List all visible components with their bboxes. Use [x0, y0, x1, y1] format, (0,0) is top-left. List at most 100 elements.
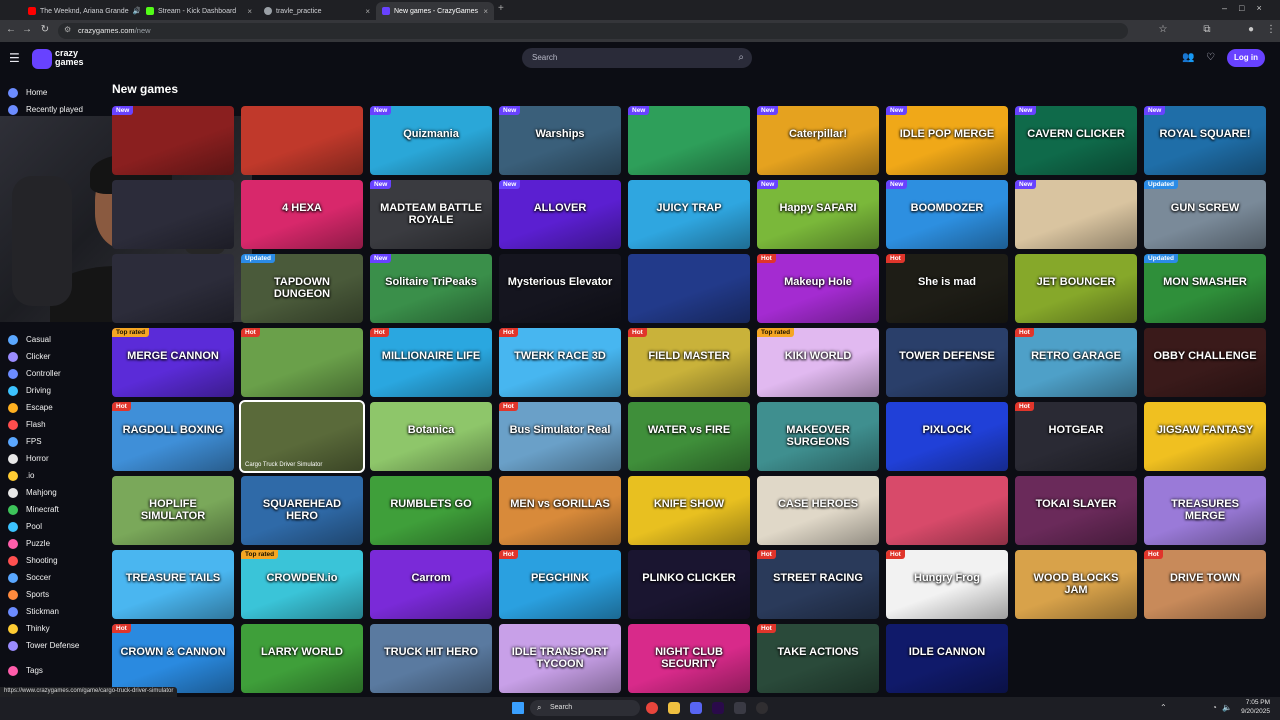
game-tile[interactable] — [241, 106, 363, 175]
sidebar-item-horror[interactable]: Horror — [8, 450, 49, 467]
maximize-icon[interactable]: □ — [1239, 3, 1256, 13]
game-tile[interactable]: IDLE TRANSPORT TYCOON — [499, 624, 621, 693]
game-tile[interactable]: RUMBLETS GO — [370, 476, 492, 545]
sidebar-item-minecraft[interactable]: Minecraft — [8, 501, 59, 518]
close-tab-icon[interactable]: × — [247, 7, 252, 16]
game-tile[interactable]: IDLE POP MERGE New — [886, 106, 1008, 175]
sidebar-item-thinky[interactable]: Thinky — [8, 620, 50, 637]
game-tile[interactable]: New — [112, 106, 234, 175]
sidebar-item-stickman[interactable]: Stickman — [8, 603, 59, 620]
game-tile[interactable]: TWERK RACE 3D Hot — [499, 328, 621, 397]
game-tile[interactable]: Mysterious Elevator — [499, 254, 621, 323]
search-icon[interactable]: ⌕ — [738, 48, 744, 68]
mail-icon[interactable] — [734, 702, 746, 714]
game-tile[interactable]: TOKAI SLAYER — [1015, 476, 1137, 545]
game-tile[interactable]: ROYAL SQUARE! New — [1144, 106, 1266, 175]
game-tile[interactable] — [886, 476, 1008, 545]
new-tab-icon[interactable]: + — [498, 3, 504, 14]
game-tile[interactable]: HOPLIFE SIMULATOR — [112, 476, 234, 545]
game-tile[interactable]: RAGDOLL BOXING Hot — [112, 402, 234, 471]
game-tile[interactable] — [628, 254, 750, 323]
game-tile[interactable]: JUICY TRAP — [628, 180, 750, 249]
game-tile[interactable]: JET BOUNCER — [1015, 254, 1137, 323]
sidebar-item-home[interactable]: Home — [8, 84, 47, 101]
tray-date[interactable]: 9/20/2025 — [1236, 708, 1270, 715]
game-tile[interactable]: LARRY WORLD — [241, 624, 363, 693]
game-tile[interactable]: BOOMDOZER New — [886, 180, 1008, 249]
profile-avatar-icon[interactable]: ● — [1244, 24, 1258, 35]
back-icon[interactable]: ← — [4, 24, 18, 35]
game-tile[interactable]: 4 HEXA — [241, 180, 363, 249]
browser-menu-icon[interactable]: ⋮ — [1264, 24, 1278, 35]
login-button[interactable]: Log in — [1227, 49, 1265, 67]
file-explorer-icon[interactable] — [668, 702, 680, 714]
game-tile[interactable]: CROWN & CANNON Hot — [112, 624, 234, 693]
premiere-icon[interactable] — [712, 702, 724, 714]
game-tile[interactable]: IDLE CANNON — [886, 624, 1008, 693]
game-tile[interactable]: OBBY CHALLENGE — [1144, 328, 1266, 397]
game-tile[interactable]: STREET RACING Hot — [757, 550, 879, 619]
sidebar-item-tags[interactable]: Tags — [8, 662, 43, 679]
sidebar-item-io[interactable]: .io — [8, 467, 34, 484]
sidebar-item-mahjong[interactable]: Mahjong — [8, 484, 57, 501]
close-tab-icon[interactable]: × — [365, 7, 370, 16]
tray-chevron-icon[interactable]: ⌃ — [1160, 703, 1167, 712]
game-tile[interactable]: RETRO GARAGE Hot — [1015, 328, 1137, 397]
sidebar-item-pool[interactable]: Pool — [8, 518, 42, 535]
sidebar-item-clicker[interactable]: Clicker — [8, 348, 50, 365]
sidebar-item-tower-defense[interactable]: Tower Defense — [8, 637, 79, 654]
close-tab-icon[interactable]: × — [483, 7, 488, 16]
game-tile[interactable]: CASE HEROES — [757, 476, 879, 545]
chrome-taskbar-icon[interactable] — [646, 702, 658, 714]
game-tile[interactable]: TAPDOWN DUNGEON Updated — [241, 254, 363, 323]
sidebar-item-soccer[interactable]: Soccer — [8, 569, 51, 586]
sidebar-item-escape[interactable]: Escape — [8, 399, 53, 416]
sidebar-item-controller[interactable]: Controller — [8, 365, 61, 382]
hamburger-menu-icon[interactable]: ☰ — [9, 51, 20, 65]
game-tile[interactable]: JIGSAW FANTASY — [1144, 402, 1266, 471]
game-tile[interactable]: CAVERN CLICKER New — [1015, 106, 1137, 175]
game-tile[interactable]: MADTEAM BATTLE ROYALE New — [370, 180, 492, 249]
game-tile[interactable]: TRUCK HIT HERO — [370, 624, 492, 693]
browser-tab-kick[interactable]: Stream - Kick Dashboard × — [140, 2, 258, 20]
volume-icon[interactable]: 🔈 — [1222, 703, 1232, 712]
sidebar-item-puzzle[interactable]: Puzzle — [8, 535, 50, 552]
wifi-icon[interactable]: ◔ — [1212, 703, 1217, 712]
game-tile[interactable]: PLINKO CLICKER — [628, 550, 750, 619]
friends-icon[interactable]: 👥 — [1182, 52, 1194, 63]
game-tile[interactable]: WOOD BLOCKS JAM — [1015, 550, 1137, 619]
game-tile[interactable]: Quizmania New — [370, 106, 492, 175]
game-tile[interactable]: MAKEOVER SURGEONS — [757, 402, 879, 471]
site-info-icon[interactable]: ⚙ — [64, 25, 71, 34]
sidebar-item-driving[interactable]: Driving — [8, 382, 51, 399]
game-tile[interactable]: MERGE CANNON Top rated — [112, 328, 234, 397]
obs-icon[interactable] — [756, 702, 768, 714]
game-tile[interactable]: KNIFE SHOW — [628, 476, 750, 545]
extensions-icon[interactable]: ⧉ — [1200, 24, 1214, 35]
reload-icon[interactable]: ↻ — [38, 24, 52, 35]
game-tile[interactable]: FIELD MASTER Hot — [628, 328, 750, 397]
game-tile[interactable]: She is mad Hot — [886, 254, 1008, 323]
game-tile[interactable]: WATER vs FIRE — [628, 402, 750, 471]
site-logo-text[interactable]: crazy games — [55, 49, 84, 67]
game-tile[interactable]: Bus Simulator Real Hot — [499, 402, 621, 471]
game-tile[interactable]: GUN SCREW Updated — [1144, 180, 1266, 249]
browser-tab-travle[interactable]: travle_practice × — [258, 2, 376, 20]
sidebar-item-casual[interactable]: Casual — [8, 331, 51, 348]
minimize-icon[interactable]: – — [1222, 3, 1239, 13]
game-tile[interactable]: DRIVE TOWN Hot — [1144, 550, 1266, 619]
game-tile[interactable]: NIGHT CLUB SECURITY — [628, 624, 750, 693]
game-tile[interactable]: ALLOVER New — [499, 180, 621, 249]
heart-icon[interactable]: ♡ — [1206, 52, 1215, 63]
site-search-input[interactable]: Search ⌕ — [522, 48, 752, 68]
sidebar-item-fps[interactable]: FPS — [8, 433, 42, 450]
game-tile[interactable]: Cargo Truck Driver Simulator — [239, 400, 365, 473]
game-tile[interactable]: Warships New — [499, 106, 621, 175]
forward-icon[interactable]: → — [20, 24, 34, 35]
close-window-icon[interactable]: × — [1256, 3, 1273, 13]
browser-tab-youtube[interactable]: The Weeknd, Ariana Grande 🔊 × — [22, 2, 140, 20]
game-tile[interactable]: New — [1015, 180, 1137, 249]
crazygames-logo-icon[interactable] — [32, 49, 52, 69]
game-tile[interactable]: Hot — [241, 328, 363, 397]
game-tile[interactable]: New — [628, 106, 750, 175]
